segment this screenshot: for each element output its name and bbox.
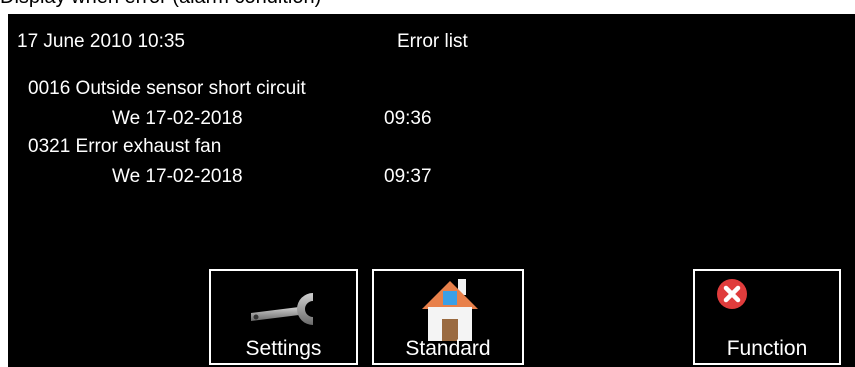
settings-button[interactable]: Settings bbox=[209, 269, 358, 365]
function-button-label: Function bbox=[726, 337, 808, 360]
error-entry-text: 0016 Outside sensor short circuit bbox=[28, 78, 306, 99]
wrench-icon bbox=[251, 293, 313, 325]
screen-title: Error list bbox=[397, 31, 468, 52]
house-icon bbox=[422, 279, 478, 341]
standard-button-label: Standard bbox=[405, 337, 491, 360]
error-entry-time: 09:36 bbox=[384, 108, 432, 129]
date-time: 17 June 2010 10:35 bbox=[17, 31, 185, 52]
display-caption: Display when error (alarm condition) bbox=[0, 0, 321, 9]
function-button[interactable]: Function bbox=[693, 269, 841, 365]
controller-display: 17 June 2010 10:35 Error list 0016 Outsi… bbox=[8, 14, 855, 367]
error-entry-time: 09:37 bbox=[384, 166, 432, 187]
error-entry-text: 0321 Error exhaust fan bbox=[28, 136, 222, 157]
error-x-icon bbox=[717, 279, 747, 309]
error-entry-date: We 17-02-2018 bbox=[112, 166, 243, 187]
standard-button[interactable]: Standard bbox=[372, 269, 524, 365]
error-entry-date: We 17-02-2018 bbox=[112, 108, 243, 129]
settings-button-label: Settings bbox=[245, 337, 322, 360]
